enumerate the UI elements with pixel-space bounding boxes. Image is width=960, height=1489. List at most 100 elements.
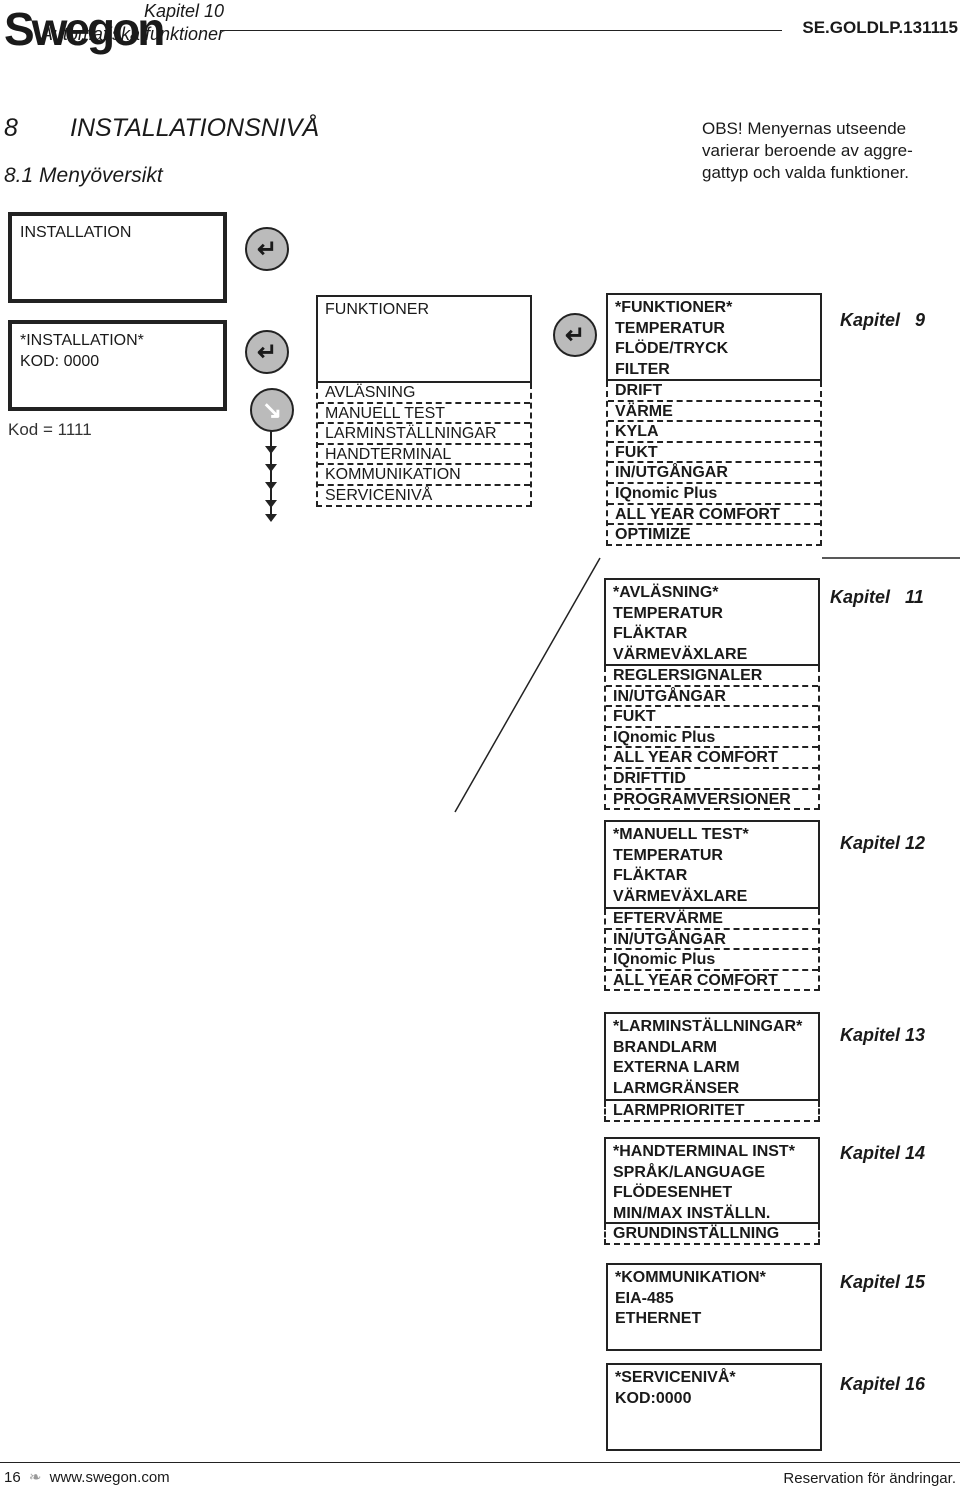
menu-header-line: TEMPERATUR [613,846,723,864]
chapter-name: INSTALLATIONSNIVÅ [70,114,320,142]
menu-header-line: KOD:0000 [615,1389,692,1407]
menu-header: FUNKTIONER [316,295,532,383]
menu-header: *FUNKTIONER* TEMPERATUR FLÖDE/TRYCK FILTER [606,293,822,381]
menu-item: FUKT [606,707,818,728]
menu-header-line: FLÖDE/TRYCK [615,340,729,358]
chapter-ref: Kapitel 14 [840,1143,926,1163]
menu-item: OPTIMIZE [615,526,691,544]
menu-screen: *KOMMUNIKATION* EIA-485 ETHERNET [606,1263,822,1351]
menu-item: DRIFT [608,381,820,402]
menu-items: REGLERSIGNALER IN/UTGÅNGAR FUKT IQnomic Plu… [604,666,820,811]
menu-header-line: TEMPERATUR [615,319,725,337]
menu-header-line: ETHERNET [615,1310,702,1328]
chapter-title: 8 INSTALLATIONSNIVÅ [4,114,319,143]
menu-screen: *LARMINSTÄLLNINGAR* BRANDLARM EXTERNA LARM… [604,1012,820,1122]
connector-line [454,557,601,813]
chapter-ref: Kapitel 12 [840,833,926,853]
menu-item: ALL YEAR COMFORT [613,971,778,989]
menu-header: *KOMMUNIKATION* EIA-485 ETHERNET [606,1263,822,1351]
menu-header-line: FILTER [615,360,670,378]
menu-header-line: LARMGRÄNSER [613,1079,740,1097]
note: OBS! Menyernas utseende varierar beroend… [702,118,913,184]
menu-header-line: MIN/MAX INSTÄLLN. [613,1204,771,1222]
menu-header-line: BRANDLARM [613,1038,717,1056]
menu-header-line: *SERVICENIVÅ* [615,1369,736,1386]
menu-header-line: *LARMINSTÄLLNINGAR* [613,1018,803,1035]
screen-login: *INSTALLATION* KOD: 0000 [8,320,227,411]
menu-header-line: *KOMMUNIKATION* [615,1269,766,1286]
chapter-ref: Kapitel 16 [840,1374,926,1394]
menu-screen: *MANUELL TEST* TEMPERATUR FLÄKTAR VÄRMEVÄXL… [604,820,820,992]
menu-item: IQnomic Plus [608,484,820,505]
menu-header-line: FLÖDESENHET [613,1184,733,1202]
code-hint: Kod = 1111 [8,420,92,439]
section-title: 8.1 Menyöversikt [4,164,163,187]
menu-item: IQnomic Plus [606,728,818,749]
menu-item: VÄRME [608,402,820,423]
enter-key-icon: ↵ [245,227,289,271]
menu-header: *LARMINSTÄLLNINGAR* BRANDLARM EXTERNA LARM… [604,1012,820,1101]
document-id: SE.GOLDLP.131115 [802,18,958,37]
footer-disclaimer: Reservation för ändringar. [783,1470,956,1487]
arrow-down-right-icon: ↘ [250,388,294,432]
menu-items: AVLÄSNING MANUELL TEST LARMINSTÄLLNINGAR HA… [316,383,532,507]
menu-header-line: FLÄKTAR [613,867,688,885]
menu-header: *MANUELL TEST* TEMPERATUR FLÄKTAR VÄRMEVÄXL… [604,820,820,909]
menu-item: PROGRAMVERSIONER [613,790,791,808]
chapter-ref: Kapitel 11 [830,587,924,607]
menu-header: *HANDTERMINAL INST* SPRÅK/LANGUAGE FLÖDESE… [604,1137,820,1224]
header-rule [220,30,782,31]
menu-item: IN/UTGÅNGAR [606,687,818,708]
menu-header-line: *AVLÄSNING* [613,584,719,601]
menu-header: *AVLÄSNING* TEMPERATUR FLÄKTAR VÄRMEVÄXLARE [604,578,820,666]
chapter-ref: Kapitel 13 [840,1025,926,1045]
screen-text: INSTALLATION [20,224,132,241]
menu-header-line: *FUNKTIONER* [615,299,733,316]
footer-rule [0,1462,960,1463]
menu-items: EFTERVÄRME IN/UTGÅNGAR IQnomic Plus ALL YEA… [604,909,820,992]
menu-screen: *HANDTERMINAL INST* SPRÅK/LANGUAGE FLÖDESE… [604,1137,820,1245]
screen-installation: INSTALLATION [8,212,227,303]
menu-item: ALL YEAR COMFORT [608,505,820,526]
footer-left: 16 ❧ www.swegon.com [4,1468,170,1486]
menu-item: FUKT [608,443,820,464]
down-arrow-chain-icon [265,430,277,522]
menu-item: LARMINSTÄLLNINGAR [318,424,530,445]
menu-header-line: *HANDTERMINAL INST* [613,1143,795,1160]
menu-item: AVLÄSNING [318,383,530,404]
menu-items: GRUNDINSTÄLLNING [604,1224,820,1245]
menu-header-line: TEMPERATUR [613,604,723,622]
menu-item: REGLERSIGNALER [606,666,818,687]
menu-item: EFTERVÄRME [606,909,818,930]
menu-item: LARMPRIORITET [613,1102,745,1119]
chapter-number: 8 [4,114,18,142]
screen-text: KOD: 0000 [20,353,100,370]
menu-screen: *SERVICENIVÅ* KOD:0000 [606,1363,822,1451]
menu-item: IN/UTGÅNGAR [606,930,818,951]
menu-item: KOMMUNIKATION [318,465,530,486]
menu-item: IQnomic Plus [606,950,818,971]
swegon-logo: Swegon [4,3,165,55]
enter-key-icon: ↵ [553,313,597,357]
menu-header-line: EXTERNA LARM [613,1059,740,1077]
menu-header-line: *MANUELL TEST* [613,826,749,843]
menu-item: SERVICENIVÅ [325,486,433,504]
menu-header-line: FUNKTIONER [325,301,429,318]
note-line: OBS! Menyernas utseende [702,119,907,138]
menu-header-line: VÄRMEVÄXLARE [613,887,748,905]
manual-page: Swegon SE.GOLDLP.131115 8 INSTALLATIONSNI… [0,0,960,1489]
menu-item: KYLA [608,422,820,443]
note-line: varierar beroende av aggre- [702,141,913,160]
menu-items: DRIFT VÄRME KYLA FUKT IN/UTGÅNGAR IQnomic Plu… [606,381,822,546]
menu-header: *SERVICENIVÅ* KOD:0000 [606,1363,822,1451]
website-link[interactable]: www.swegon.com [50,1469,170,1486]
menu-item: IN/UTGÅNGAR [608,463,820,484]
menu-header-line: SPRÅK/LANGUAGE [613,1163,766,1181]
menu-screen: *AVLÄSNING* TEMPERATUR FLÄKTAR VÄRMEVÄXLARE… [604,578,820,811]
menu-item: GRUNDINSTÄLLNING [613,1225,780,1242]
menu-header-line: EIA-485 [615,1289,674,1307]
menu-items: LARMPRIORITET [604,1101,820,1122]
menu-item: ALL YEAR COMFORT [606,748,818,769]
menu-item: HANDTERMINAL [318,445,530,466]
menu-screen: FUNKTIONER AVLÄSNING MANUELL TEST LARMINSTÄ… [316,295,532,507]
